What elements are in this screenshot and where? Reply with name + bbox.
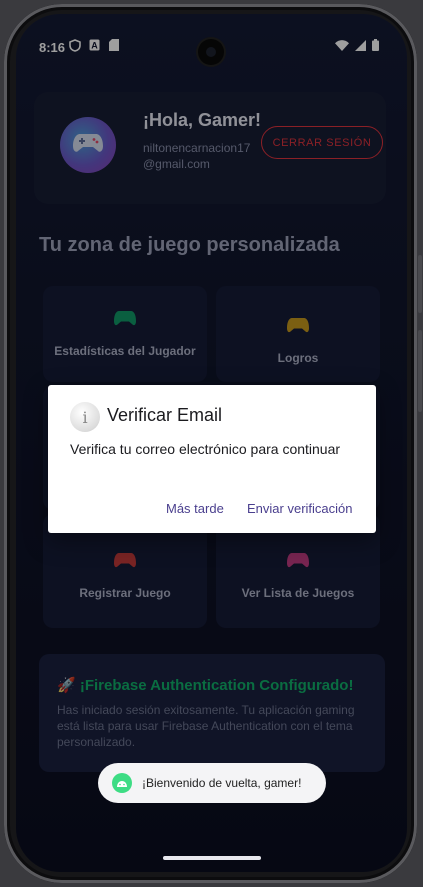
later-button[interactable]: Más tarde: [166, 501, 224, 516]
power-button: [418, 255, 422, 313]
volume-button: [418, 330, 422, 412]
toast: ¡Bienvenido de vuelta, gamer!: [98, 763, 326, 803]
verify-email-dialog: i Verificar Email Verifica tu correo ele…: [48, 385, 376, 533]
dialog-title: Verificar Email: [107, 405, 223, 425]
app-screen: 8:16 A ¡Hola, Gamer! niltonencarnacion17…: [16, 14, 407, 872]
toast-text: ¡Bienvenido de vuelta, gamer!: [142, 776, 302, 790]
dialog-message: Verifica tu correo electrónico para cont…: [70, 441, 341, 457]
info-icon: i: [70, 402, 100, 432]
send-verification-button[interactable]: Enviar verificación: [247, 501, 353, 516]
android-icon: [112, 773, 132, 793]
home-indicator[interactable]: [163, 856, 261, 860]
